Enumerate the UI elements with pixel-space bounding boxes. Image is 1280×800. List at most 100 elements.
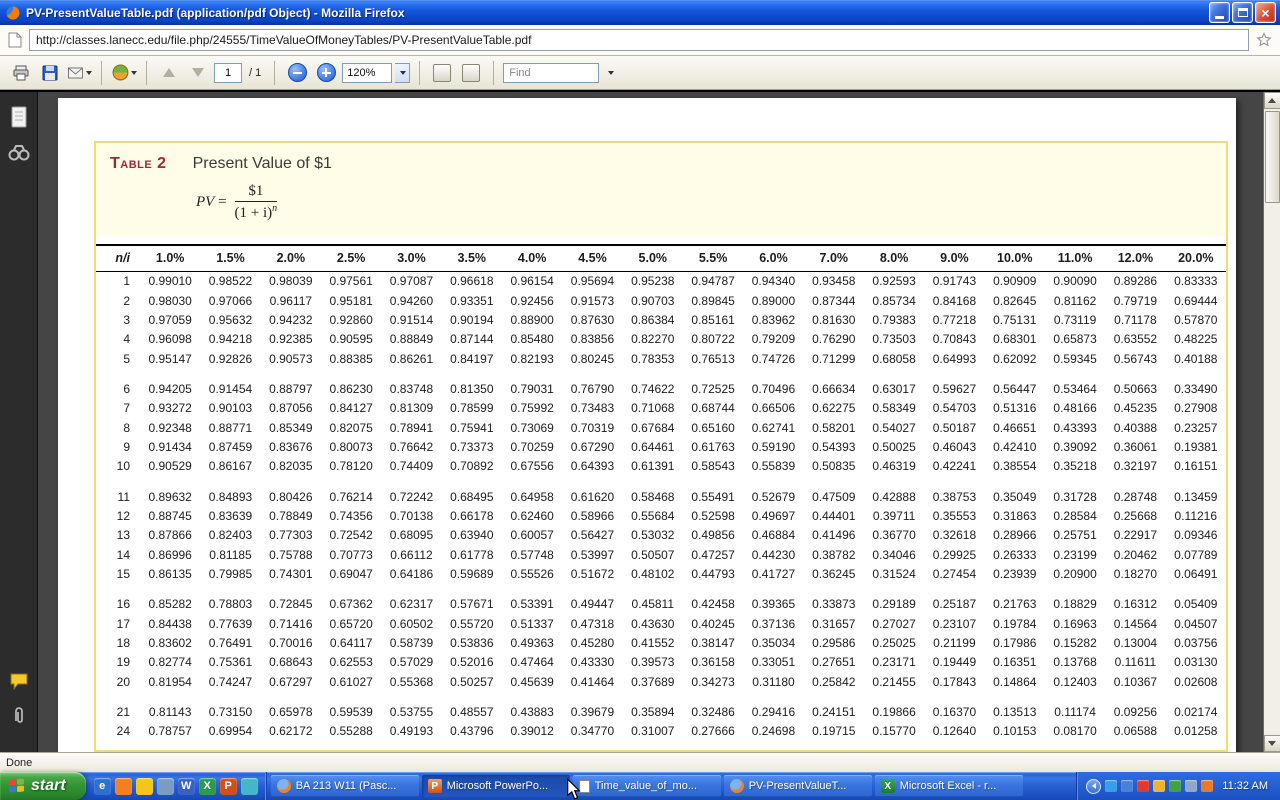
firefox-icon[interactable] <box>115 778 132 795</box>
value-cell: 0.85734 <box>864 291 924 310</box>
value-cell: 0.75941 <box>442 418 502 437</box>
value-cell: 0.56427 <box>562 526 622 545</box>
scrollbar-thumb[interactable] <box>1265 111 1280 203</box>
bookmark-star-icon[interactable] <box>1256 32 1272 48</box>
value-cell: 0.27027 <box>864 614 924 633</box>
messenger-icon[interactable] <box>1105 780 1117 792</box>
taskbar-button[interactable]: PV-PresentValueT... <box>724 775 872 797</box>
value-cell: 0.83639 <box>200 507 260 526</box>
taskbar-button[interactable]: BA 213 W11 (Pasc... <box>271 775 419 797</box>
toolbar-separator <box>419 61 420 85</box>
table-row: 180.836020.764910.700160.641170.587390.5… <box>96 634 1226 653</box>
find-dropdown-button[interactable] <box>602 60 618 86</box>
value-cell: 0.89845 <box>683 291 743 310</box>
taskbar-button-label: Time_value_of_mo... <box>595 780 697 792</box>
vertical-scrollbar[interactable] <box>1263 92 1280 752</box>
display-icon[interactable] <box>1185 780 1197 792</box>
value-cell: 0.94787 <box>683 272 743 292</box>
show-desktop-icon[interactable] <box>157 778 174 795</box>
zoom-level-value[interactable]: 120% <box>342 63 392 83</box>
wireless-icon[interactable] <box>1153 780 1165 792</box>
period-cell: 24 <box>96 722 140 741</box>
value-cell: 0.35894 <box>623 692 683 722</box>
next-page-button[interactable] <box>185 60 211 86</box>
value-cell: 0.47318 <box>562 614 622 633</box>
value-cell: 0.72525 <box>683 369 743 399</box>
value-cell: 0.49447 <box>562 584 622 614</box>
zoom-out-button[interactable] <box>284 60 310 86</box>
antivirus-icon[interactable] <box>1137 780 1149 792</box>
internet-explorer-icon[interactable]: e <box>94 778 111 795</box>
url-input[interactable]: http://classes.lanecc.edu/file.php/24555… <box>29 29 1249 51</box>
powerpoint-icon[interactable]: P <box>220 778 237 795</box>
scroll-up-button[interactable] <box>1264 92 1280 109</box>
value-cell: 0.29586 <box>804 634 864 653</box>
fit-page-button[interactable] <box>458 60 484 86</box>
value-cell: 0.43330 <box>562 653 622 672</box>
value-cell: 0.31007 <box>623 722 683 741</box>
acrobat-online-button[interactable] <box>111 60 137 86</box>
value-cell: 0.08170 <box>1045 722 1105 741</box>
pages-icon[interactable] <box>10 106 28 128</box>
value-cell: 0.35034 <box>743 634 803 653</box>
toolbar-separator <box>493 61 494 85</box>
email-button[interactable] <box>66 60 92 86</box>
value-cell: 0.82075 <box>321 418 381 437</box>
update-icon[interactable] <box>1169 780 1181 792</box>
value-cell: 0.93458 <box>804 272 864 292</box>
value-cell: 0.86135 <box>140 565 200 584</box>
comments-icon[interactable] <box>9 672 29 690</box>
word-icon[interactable]: W <box>178 778 195 795</box>
value-cell: 0.16963 <box>1045 614 1105 633</box>
value-cell: 0.05409 <box>1166 584 1226 614</box>
value-cell: 0.13004 <box>1105 634 1165 653</box>
volume-icon[interactable] <box>1121 780 1133 792</box>
minimize-button[interactable] <box>1209 2 1230 23</box>
excel-icon[interactable]: X <box>199 778 216 795</box>
zoom-dropdown-button[interactable] <box>395 63 410 83</box>
search-binoculars-icon[interactable] <box>8 144 30 162</box>
firefox-window: PV-PresentValueTable.pdf (application/pd… <box>0 0 1280 800</box>
page-number-input[interactable] <box>214 63 242 83</box>
hidden-icons-chevron[interactable] <box>1086 779 1101 794</box>
period-cell: 6 <box>96 369 140 399</box>
table-row: 200.819540.742470.672970.610270.553680.5… <box>96 673 1226 692</box>
taskbar-button[interactable]: PMicrosoft PowerPo... <box>422 775 570 797</box>
scroll-mode-button[interactable] <box>429 60 455 86</box>
value-cell: 0.38782 <box>804 546 864 565</box>
taskbar-button[interactable]: Time_value_of_mo... <box>573 775 721 797</box>
present-value-table: n/i1.0%1.5%2.0%2.5%3.0%3.5%4.0%4.5%5.0%5… <box>96 244 1226 742</box>
value-cell: 0.55288 <box>321 722 381 741</box>
close-button[interactable]: × <box>1255 2 1276 23</box>
table-row: 80.923480.887710.853490.820750.789410.75… <box>96 418 1226 437</box>
attachments-icon[interactable] <box>12 706 26 726</box>
value-cell: 0.94218 <box>200 330 260 349</box>
zoom-in-button[interactable] <box>313 60 339 86</box>
toolbar-separator <box>101 61 102 85</box>
value-cell: 0.68495 <box>442 477 502 507</box>
scroll-down-button[interactable] <box>1264 735 1280 752</box>
maximize-button[interactable] <box>1232 2 1253 23</box>
save-button[interactable] <box>37 60 63 86</box>
media-player-icon[interactable] <box>241 778 258 795</box>
value-cell: 0.91573 <box>562 291 622 310</box>
value-cell: 0.25751 <box>1045 526 1105 545</box>
taskbar-button[interactable]: XMicrosoft Excel - r... <box>875 775 1023 797</box>
value-cell: 0.51672 <box>562 565 622 584</box>
value-cell: 0.77218 <box>924 311 984 330</box>
value-cell: 0.31657 <box>804 614 864 633</box>
value-cell: 0.92860 <box>321 311 381 330</box>
print-button[interactable] <box>8 60 34 86</box>
value-cell: 0.59345 <box>1045 350 1105 369</box>
taskbar-button-label: BA 213 W11 (Pasc... <box>296 780 397 792</box>
network-icon[interactable] <box>1201 780 1213 792</box>
value-cell: 0.19784 <box>985 614 1045 633</box>
task-buttons: BA 213 W11 (Pasc... PMicrosoft PowerPo...… <box>267 772 1077 800</box>
outlook-icon[interactable] <box>136 778 153 795</box>
previous-page-button[interactable] <box>156 60 182 86</box>
taskbar-button-label: PV-PresentValueT... <box>749 780 847 792</box>
value-cell: 0.06491 <box>1166 565 1226 584</box>
col-header: 7.0% <box>804 245 864 272</box>
find-input[interactable] <box>503 63 599 83</box>
start-button[interactable]: start <box>0 772 86 800</box>
